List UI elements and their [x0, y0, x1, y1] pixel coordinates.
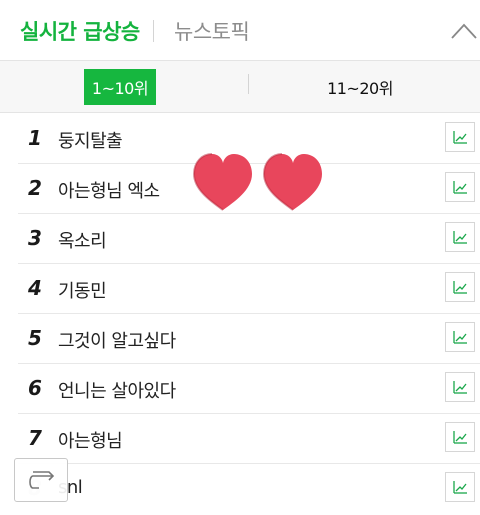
tab-rank-1-10-label: 1~10위: [83, 68, 157, 105]
rank-number: 4: [28, 276, 42, 300]
trend-button[interactable]: [445, 172, 475, 202]
rank-number: 3: [28, 226, 42, 250]
trend-button[interactable]: [445, 422, 475, 452]
tab-rank-11-20-label: 11~20위: [327, 78, 393, 98]
list-item[interactable]: 8 snl: [18, 463, 480, 513]
trend-button[interactable]: [445, 322, 475, 352]
trend-button[interactable]: [445, 472, 475, 502]
list-item[interactable]: 3 옥소리: [18, 213, 480, 264]
trend-chart-icon: [453, 231, 467, 244]
tab-divider: [248, 74, 249, 94]
trend-button[interactable]: [445, 372, 475, 402]
keyword-link[interactable]: 둥지탈출: [58, 127, 123, 153]
list-item[interactable]: 6 언니는 살아있다: [18, 363, 480, 414]
trend-button[interactable]: [445, 122, 475, 152]
keyword-link[interactable]: 옥소리: [58, 227, 107, 253]
share-button[interactable]: [14, 458, 68, 502]
trend-chart-icon: [453, 381, 467, 394]
keyword-link[interactable]: 기동민: [58, 277, 107, 303]
trend-chart-icon: [453, 181, 467, 194]
tab-rank-1-10[interactable]: 1~10위: [0, 61, 240, 112]
trend-button[interactable]: [445, 272, 475, 302]
rank-number: 6: [28, 376, 42, 400]
heart-icon: [192, 153, 252, 211]
trend-chart-icon: [453, 281, 467, 294]
list-item[interactable]: 4 기동민: [18, 263, 480, 314]
header-divider: [153, 20, 154, 42]
keyword-link[interactable]: 아는형님 엑소: [58, 177, 160, 203]
share-icon: [29, 471, 55, 489]
heart-icon: [262, 153, 322, 211]
trend-chart-icon: [453, 481, 467, 494]
trend-chart-icon: [453, 131, 467, 144]
list-item[interactable]: 5 그것이 알고싶다: [18, 313, 480, 364]
header-subtitle[interactable]: 뉴스토픽: [174, 16, 250, 46]
rank-tabs: 1~10위 11~20위: [0, 61, 480, 113]
chevron-up-icon: [451, 23, 477, 39]
rank-number: 5: [28, 326, 42, 350]
header-title[interactable]: 실시간 급상승: [20, 16, 140, 46]
rank-number: 7: [28, 426, 42, 450]
hearts-decoration: [192, 153, 322, 211]
keyword-link[interactable]: 아는형님: [58, 427, 123, 453]
rank-number: 1: [28, 126, 42, 150]
collapse-button[interactable]: [448, 18, 480, 44]
trend-button[interactable]: [445, 222, 475, 252]
header: 실시간 급상승 뉴스토픽: [0, 0, 480, 61]
keyword-link[interactable]: 언니는 살아있다: [58, 377, 176, 403]
rank-number: 2: [28, 176, 42, 200]
trend-chart-icon: [453, 331, 467, 344]
trend-chart-icon: [453, 431, 467, 444]
keyword-link[interactable]: 그것이 알고싶다: [58, 327, 176, 353]
list-item[interactable]: 7 아는형님: [18, 413, 480, 464]
tab-rank-11-20[interactable]: 11~20위: [240, 61, 480, 112]
